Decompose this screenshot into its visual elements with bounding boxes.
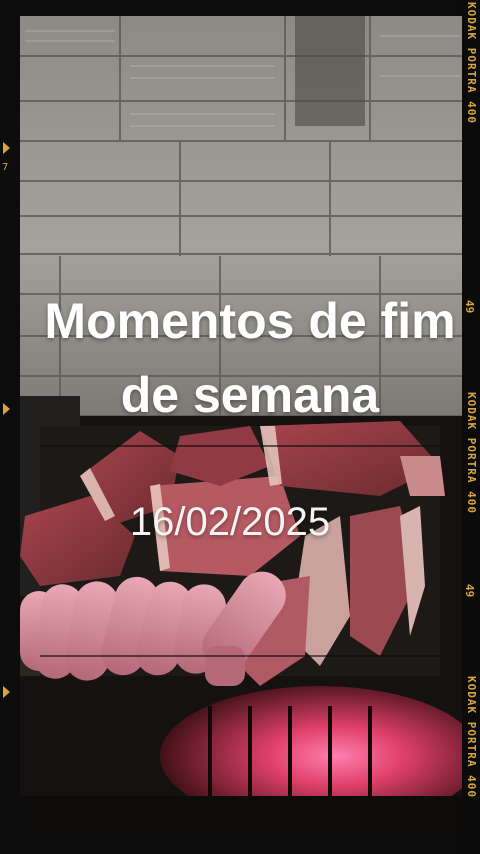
film-label-top: KODAK PORTRA 400 — [465, 2, 478, 124]
film-frame-number-1: 49 — [463, 300, 476, 314]
film-label-middle: KODAK PORTRA 400 — [465, 392, 478, 514]
film-brand: KODAK — [465, 676, 478, 715]
film-brand: KODAK — [465, 2, 478, 41]
photo-frame: KODAK PORTRA 400 49 KODAK PORTRA 400 49 … — [0, 0, 480, 854]
film-stock: PORTRA 400 — [465, 47, 478, 124]
film-marker-triangle-icon — [3, 403, 10, 415]
film-marker-triangle-icon — [3, 686, 10, 698]
film-stock: PORTRA 400 — [465, 721, 478, 798]
film-brand: KODAK — [465, 392, 478, 431]
film-stock: PORTRA 400 — [465, 437, 478, 514]
film-marker-triangle-icon — [3, 142, 10, 154]
film-left-number: 7 — [2, 162, 9, 173]
barbecue-photo — [20, 16, 462, 838]
film-label-bottom: KODAK PORTRA 400 — [465, 676, 478, 798]
film-frame-number-2: 49 — [463, 584, 476, 598]
